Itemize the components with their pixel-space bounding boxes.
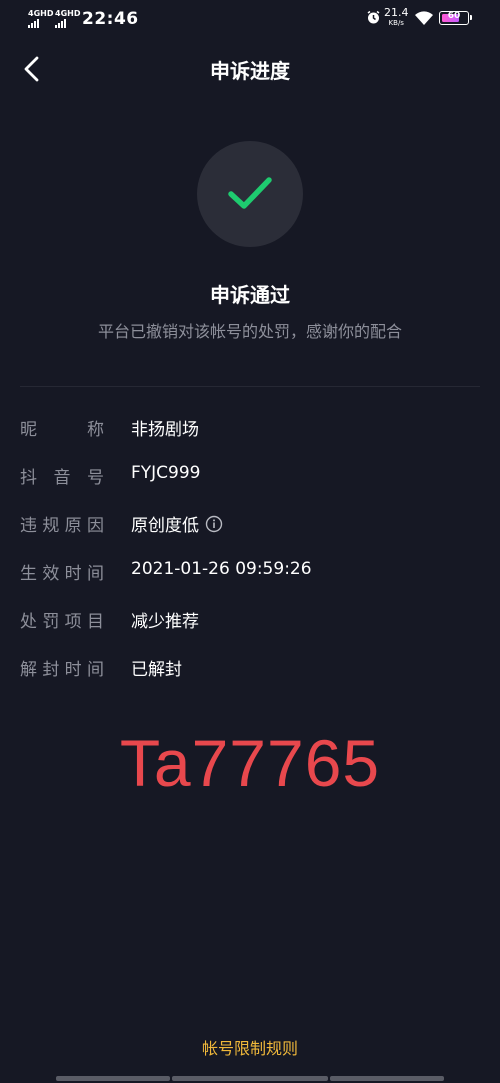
violation-reason-text: 原创度低 xyxy=(131,516,199,536)
detail-label: 昵称 xyxy=(20,420,104,440)
signal-bars-icon xyxy=(55,19,80,28)
detail-value: 减少推荐 xyxy=(131,612,199,632)
detail-label: 生效时间 xyxy=(20,564,104,584)
detail-value: 非扬剧场 xyxy=(131,420,199,440)
network-speed: 21.4 KB/s xyxy=(384,6,409,28)
detail-row-nickname: 昵称 非扬剧场 xyxy=(20,411,480,441)
detail-value: 已解封 xyxy=(131,660,182,680)
success-badge xyxy=(197,141,303,247)
detail-value: 2021-01-26 09:59:26 xyxy=(131,559,312,579)
checkmark-icon xyxy=(228,177,272,209)
watermark-text: Ta77765 xyxy=(119,726,381,800)
alarm-clock-icon xyxy=(367,10,380,24)
detail-row-douyin-id: 抖音号 FYJC999 xyxy=(20,459,480,489)
network-type-label: 4GHD xyxy=(28,9,54,18)
detail-label: 处罚项目 xyxy=(20,612,104,632)
battery-icon: 60 xyxy=(439,11,472,25)
detail-value: 原创度低 xyxy=(131,511,223,536)
clock: 22:46 xyxy=(82,9,139,29)
account-restriction-rules-link[interactable]: 帐号限制规则 xyxy=(0,1035,500,1059)
detail-value: FYJC999 xyxy=(131,463,201,483)
detail-label: 解封时间 xyxy=(20,660,104,680)
nav-bar-segment xyxy=(56,1076,170,1081)
nav-bar-segment xyxy=(330,1076,444,1081)
detail-row-unban-time: 解封时间 已解封 xyxy=(20,651,480,681)
detail-label: 违规原因 xyxy=(20,516,104,536)
info-icon[interactable] xyxy=(205,515,223,533)
detail-label: 抖音号 xyxy=(20,468,104,488)
detail-row-penalty-item: 处罚项目 减少推荐 xyxy=(20,603,480,633)
network-type-label: 4GHD xyxy=(55,9,81,18)
result-title: 申诉通过 xyxy=(210,283,290,307)
page-title: 申诉进度 xyxy=(210,59,290,83)
speed-unit: KB/s xyxy=(388,19,404,27)
cellular-signal-1: 4GHD xyxy=(28,9,53,28)
battery-level: 60 xyxy=(447,11,461,21)
status-bar: 4GHD 4GHD 22:46 21.4 KB/s 60 xyxy=(0,0,500,40)
detail-row-effective-time: 生效时间 2021-01-26 09:59:26 xyxy=(20,555,480,585)
detail-row-violation-reason: 违规原因 原创度低 xyxy=(20,507,480,537)
cellular-signal-2: 4GHD xyxy=(55,9,80,28)
home-indicator[interactable] xyxy=(172,1076,328,1081)
signal-bars-icon xyxy=(28,19,53,28)
wifi-icon xyxy=(415,11,433,25)
result-description: 平台已撤销对该帐号的处罚，感谢你的配合 xyxy=(97,322,402,341)
divider xyxy=(20,386,480,387)
speed-value: 21.4 xyxy=(384,6,409,19)
